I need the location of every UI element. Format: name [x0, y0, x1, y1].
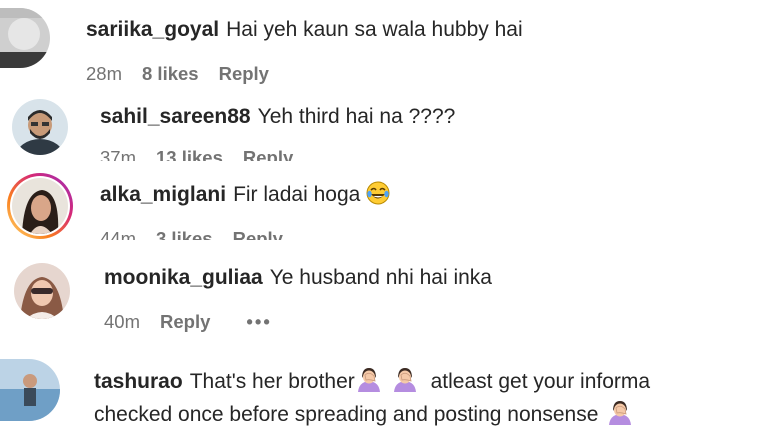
comment-body: tashurao That's her brother atleast get y… — [94, 366, 650, 399]
avatar[interactable] — [0, 359, 60, 421]
avatar-image — [12, 99, 68, 155]
comment-2: sahil_sareen88 Yeh third hai na ???? 37m 1… — [0, 95, 779, 165]
avatar[interactable] — [12, 99, 68, 155]
reply-button[interactable]: Reply — [243, 147, 293, 161]
comment-text-line2: checked once before spreading and postin… — [94, 403, 599, 426]
comment-username[interactable]: sahil_sareen88 — [100, 105, 251, 128]
comment-text: Yeh third hai na ???? — [257, 105, 456, 128]
avatar[interactable] — [14, 263, 70, 319]
person-facepalming-icon — [391, 366, 419, 399]
comment-text-continued: atleast get your informa — [430, 370, 651, 393]
person-facepalming-icon — [606, 399, 634, 432]
comment-meta: 40m Reply ••• — [104, 311, 292, 333]
comment-meta: 37m 13 likes Reply — [100, 147, 313, 161]
comment-text: That's her brother — [189, 370, 355, 393]
comment-meta: 44m 3 likes Reply — [100, 228, 303, 240]
more-options-button[interactable]: ••• — [246, 311, 271, 332]
avatar-image — [14, 263, 70, 319]
comment-meta: 28m 8 likes Reply — [86, 63, 289, 85]
comment-username[interactable]: tashurao — [94, 370, 183, 393]
reply-button[interactable]: Reply — [233, 228, 283, 240]
avatar-image — [0, 359, 60, 421]
comment-5: tashurao That's her brother atleast get y… — [0, 345, 779, 438]
comment-1: sariika_goyal Hai yeh kaun sa wala hubby … — [0, 0, 779, 95]
comment-username[interactable]: alka_miglani — [100, 183, 226, 206]
comment-meta-clip: 44m 3 likes Reply — [100, 228, 500, 240]
comment-likes[interactable]: 3 likes — [156, 228, 213, 240]
comment-body: sariika_goyal Hai yeh kaun sa wala hubby … — [86, 17, 523, 43]
comment-text: Ye husband nhi hai inka — [269, 266, 492, 289]
comment-likes[interactable]: 13 likes — [156, 147, 223, 161]
comment-username[interactable]: moonika_guliaa — [104, 266, 263, 289]
comment-text: Hai yeh kaun sa wala hubby hai — [226, 18, 523, 41]
avatar-image — [0, 8, 50, 68]
comment-body: sahil_sareen88 Yeh third hai na ???? — [100, 104, 455, 130]
avatar-inner — [10, 176, 70, 236]
comment-text: Fir ladai hoga — [233, 183, 361, 206]
comment-body: moonika_guliaa Ye husband nhi hai inka — [104, 265, 492, 291]
reply-button[interactable]: Reply — [219, 63, 269, 84]
avatar[interactable] — [7, 173, 73, 239]
comment-body-line2: checked once before spreading and postin… — [94, 399, 634, 432]
person-facepalming-icon — [355, 366, 383, 399]
comment-3: alka_miglani Fir ladai hoga 44m 3 likes Rep… — [0, 165, 779, 245]
reply-button[interactable]: Reply — [160, 311, 210, 332]
comment-time: 28m — [86, 63, 122, 84]
comment-meta-clip: 37m 13 likes Reply — [100, 147, 500, 161]
comment-4: moonika_guliaa Ye husband nhi hai inka 40… — [0, 245, 779, 345]
comment-likes[interactable]: 8 likes — [142, 63, 199, 84]
face-with-tears-of-joy-icon — [366, 181, 390, 212]
avatar-image — [12, 178, 68, 234]
comment-time: 40m — [104, 311, 140, 332]
comment-time: 37m — [100, 147, 136, 161]
avatar[interactable] — [0, 8, 50, 68]
comment-body: alka_miglani Fir ladai hoga — [100, 181, 390, 212]
comment-time: 44m — [100, 228, 136, 240]
comment-username[interactable]: sariika_goyal — [86, 18, 219, 41]
